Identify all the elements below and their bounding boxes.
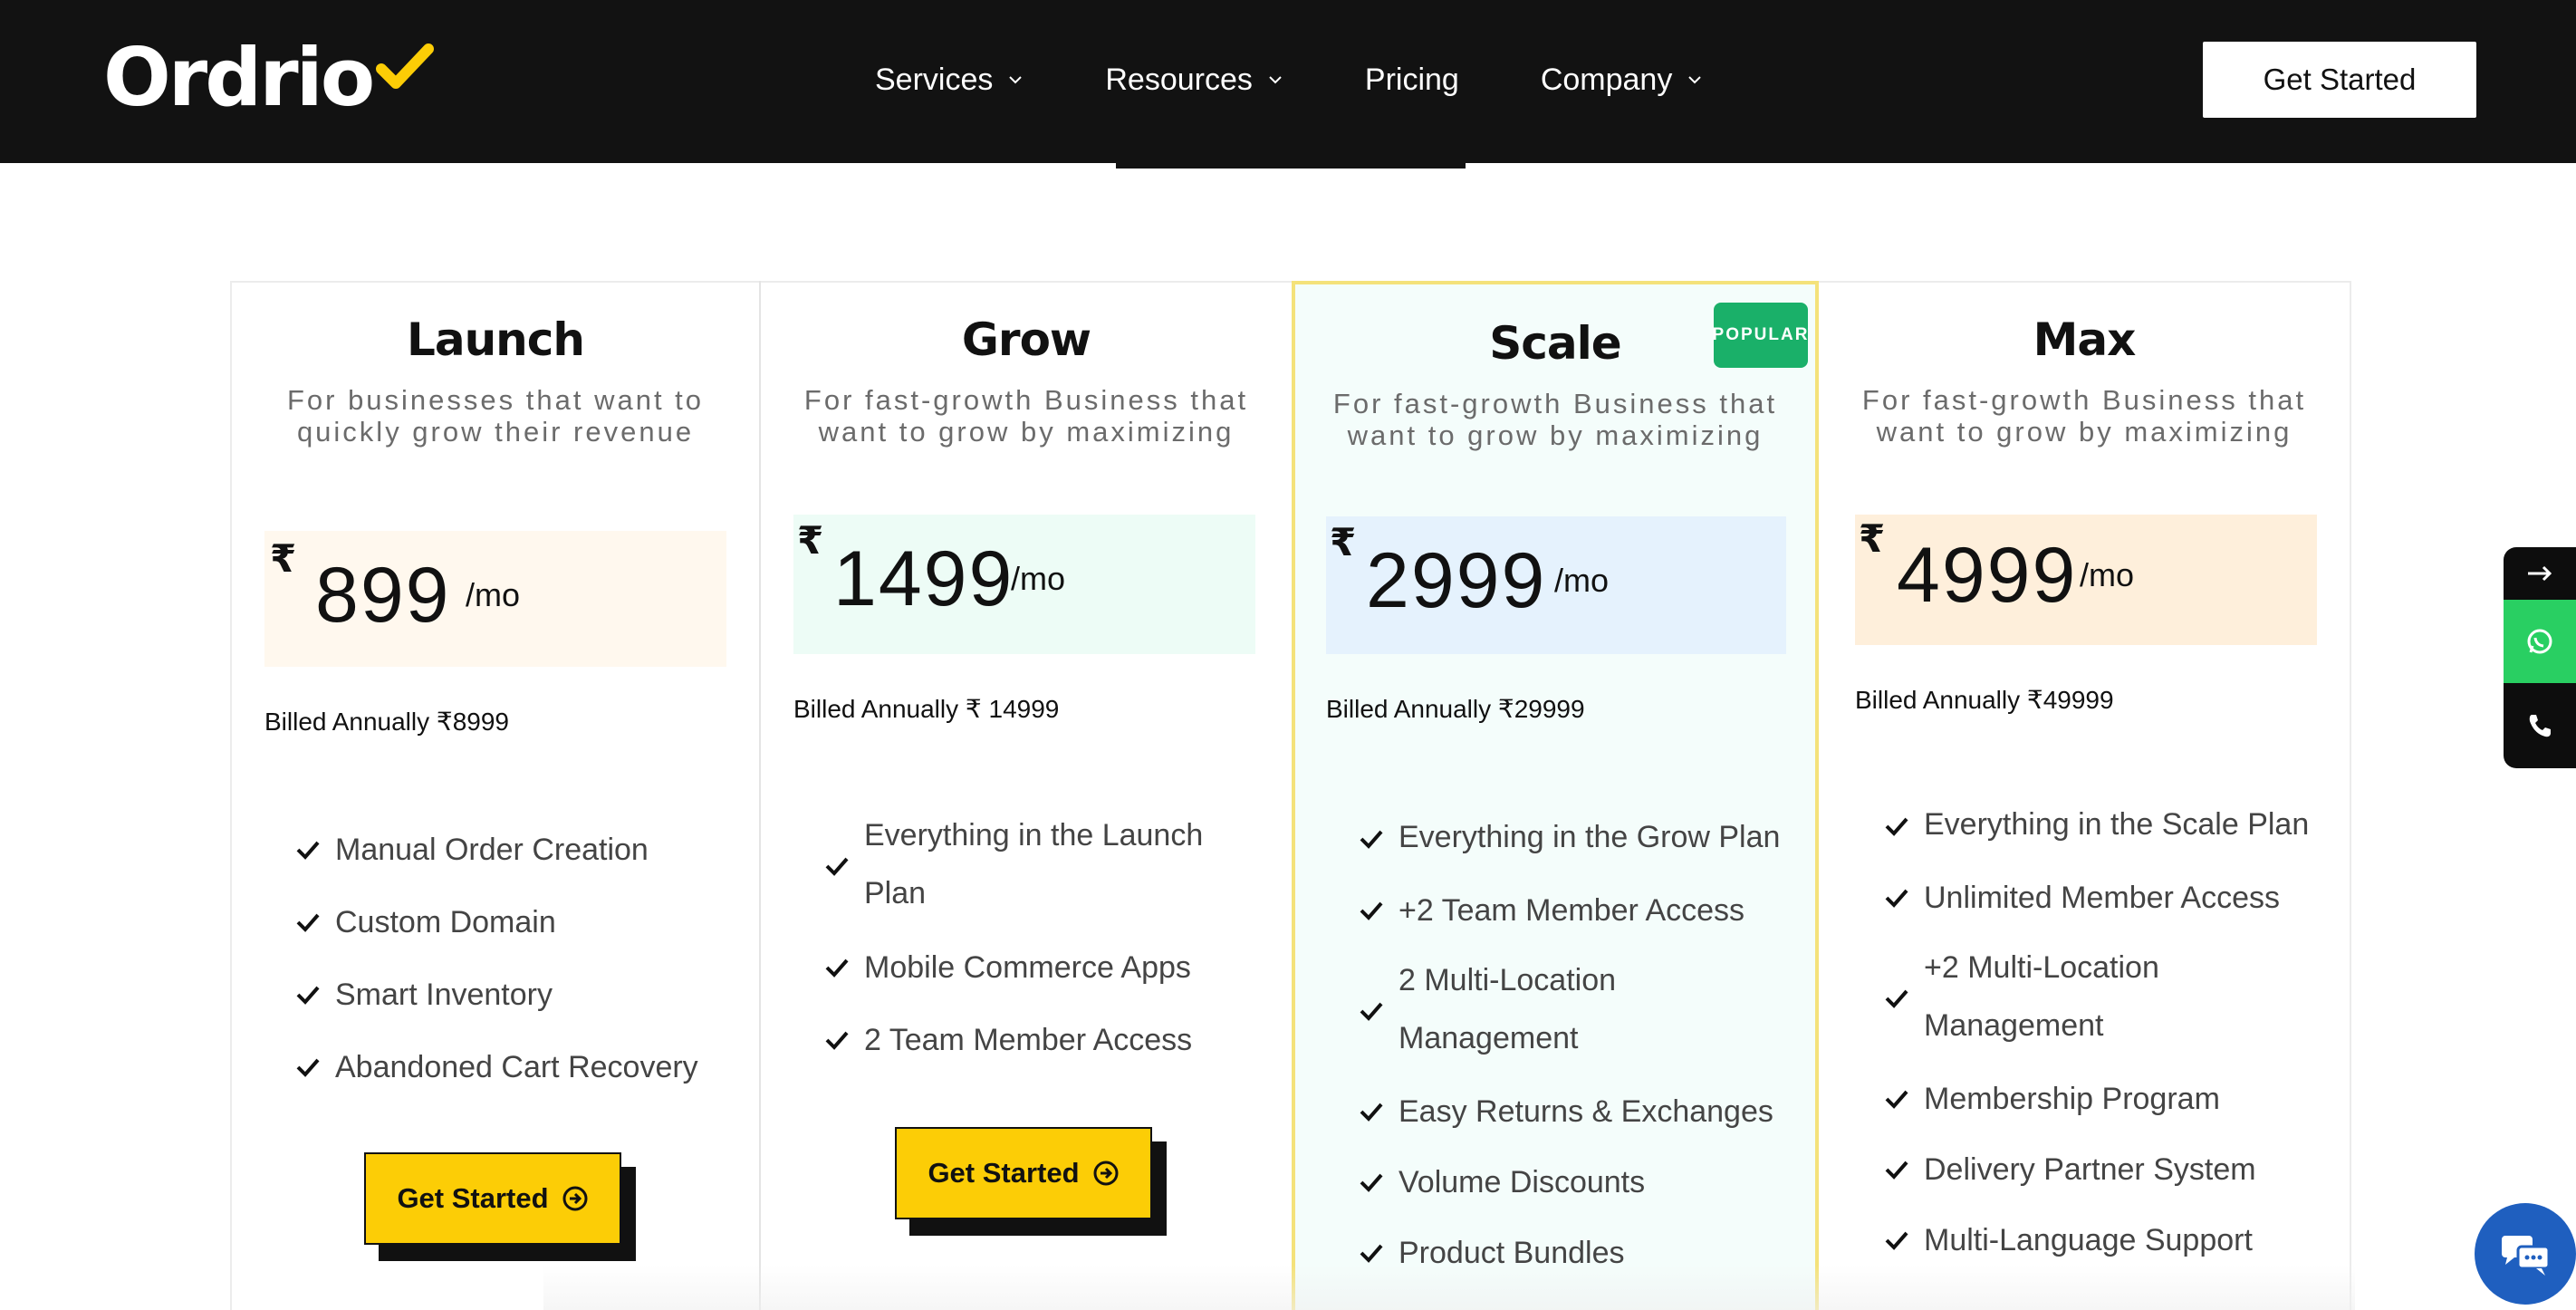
- check-icon: [1360, 1173, 1383, 1192]
- list-item: Manual Order Creation: [295, 814, 698, 886]
- list-item: Unlimited Member Access: [1884, 862, 2328, 933]
- list-item: +2 Multi-Location Management: [1884, 933, 2328, 1064]
- price-box: ₹ 1499 /mo: [793, 515, 1255, 654]
- check-icon: [1885, 817, 1908, 836]
- plan-card-max: Max For fast-growth Business that want t…: [1819, 281, 2350, 1310]
- billed-annually: Billed Annually ₹ 14999: [793, 695, 1060, 723]
- list-item: Abandoned Cart Recovery: [295, 1031, 698, 1103]
- chevron-down-icon: [1688, 76, 1702, 84]
- list-item: Everything in the Grow Plan: [1359, 803, 1793, 875]
- chat-icon: [2502, 1236, 2551, 1276]
- plan-name: Grow: [961, 313, 1091, 366]
- check-icon: [1360, 1244, 1383, 1263]
- get-started-button[interactable]: Get Started: [895, 1127, 1167, 1236]
- plan-name: Launch: [406, 313, 585, 366]
- chevron-down-icon: [1009, 76, 1023, 84]
- plan-name: Max: [2033, 313, 2137, 366]
- nav-services[interactable]: Services: [875, 53, 1024, 107]
- list-item: Custom Domain: [295, 886, 698, 958]
- currency-symbol: ₹: [270, 537, 297, 580]
- bottom-fade: [543, 1265, 2355, 1310]
- list-item: Smart Inventory: [295, 958, 698, 1031]
- check-icon: [296, 1058, 320, 1077]
- plan-description: For fast-growth Business that want to gr…: [803, 384, 1249, 448]
- check-icon: [1885, 989, 1908, 1008]
- check-icon: [1885, 1090, 1908, 1109]
- check-icon: [1360, 1002, 1383, 1021]
- whatsapp-icon: [2527, 629, 2552, 654]
- chat-widget-button[interactable]: [2475, 1203, 2576, 1305]
- price-period: /mo: [466, 576, 521, 613]
- chevron-down-icon: [1269, 76, 1282, 84]
- plan-name: Scale: [1489, 317, 1621, 370]
- nav-resources[interactable]: Resources: [1105, 53, 1283, 107]
- currency-symbol: ₹: [1859, 517, 1886, 560]
- side-contact-widget: [2504, 547, 2576, 768]
- check-icon: [1360, 901, 1383, 920]
- check-icon: [296, 841, 320, 860]
- list-item: Delivery Partner System: [1884, 1134, 2328, 1205]
- feature-list: Manual Order Creation Custom Domain Smar…: [295, 814, 698, 1103]
- currency-symbol: ₹: [1330, 521, 1357, 563]
- logo-check-icon: [376, 43, 435, 89]
- arrow-right-icon: [2528, 565, 2552, 582]
- list-item: Volume Discounts: [1359, 1147, 1793, 1218]
- check-icon: [1360, 1103, 1383, 1122]
- check-icon: [1885, 1231, 1908, 1250]
- list-item: 2 Team Member Access: [824, 1004, 1259, 1076]
- site-header: Ordrio Services Resources Pricing Compan…: [0, 0, 2576, 163]
- price-box: ₹ 2999 /mo: [1326, 516, 1786, 654]
- list-item: Easy Returns & Exchanges: [1359, 1076, 1793, 1147]
- price-box: ₹ 899 /mo: [264, 531, 726, 667]
- check-icon: [1885, 1161, 1908, 1180]
- price-amount: 1499: [833, 535, 1014, 622]
- arrow-circle-right-icon: [562, 1186, 588, 1211]
- billed-annually: Billed Annually ₹8999: [264, 708, 510, 736]
- price-amount: 2999: [1366, 537, 1547, 624]
- list-item: +2 Team Member Access: [1359, 875, 1793, 946]
- price-amount: 899: [315, 552, 451, 639]
- list-item: 2 Multi-Location Management: [1359, 946, 1793, 1076]
- check-icon: [296, 913, 320, 932]
- header-get-started-button[interactable]: Get Started: [2203, 42, 2476, 118]
- feature-list: Everything in the Grow Plan +2 Team Memb…: [1359, 803, 1793, 1288]
- feature-list: Everything in the Launch Plan Mobile Com…: [824, 801, 1259, 1076]
- plan-description: For businesses that want to quickly grow…: [286, 384, 705, 448]
- price-amount: 4999: [1897, 532, 2078, 619]
- nav-pricing[interactable]: Pricing: [1365, 53, 1459, 107]
- nav-active-indicator: [1116, 163, 1466, 169]
- list-item: Everything in the Scale Plan: [1884, 790, 2328, 862]
- check-icon: [825, 857, 849, 876]
- check-icon: [1360, 830, 1383, 849]
- price-box: ₹ 4999 /mo: [1855, 515, 2317, 645]
- side-toggle-button[interactable]: [2504, 547, 2576, 600]
- list-item: Membership Program: [1884, 1064, 2328, 1134]
- price-period: /mo: [2080, 556, 2135, 593]
- check-icon: [296, 986, 320, 1005]
- plan-description: For fast-growth Business that want to gr…: [1332, 388, 1778, 451]
- check-icon: [825, 1031, 849, 1050]
- main-nav: Services Resources Pricing Company: [875, 53, 1784, 107]
- whatsapp-button[interactable]: [2504, 600, 2576, 683]
- plan-card-scale: POPULAR Scale For fast-growth Business t…: [1292, 281, 1819, 1310]
- list-item: Mobile Commerce Apps: [824, 931, 1259, 1004]
- currency-symbol: ₹: [797, 519, 824, 562]
- billed-annually: Billed Annually ₹49999: [1855, 686, 2114, 714]
- plan-description: For fast-growth Business that want to gr…: [1861, 384, 2307, 448]
- check-icon: [825, 958, 849, 978]
- list-item: Everything in the Launch Plan: [824, 801, 1259, 931]
- ordrio-logo[interactable]: Ordrio: [103, 33, 435, 123]
- check-icon: [1885, 889, 1908, 908]
- plan-card-launch: Launch For businesses that want to quick…: [232, 281, 761, 1310]
- get-started-button[interactable]: Get Started: [364, 1152, 636, 1261]
- phone-button[interactable]: [2504, 683, 2576, 768]
- feature-list: Everything in the Scale Plan Unlimited M…: [1884, 790, 2328, 1276]
- plan-card-grow: Grow For fast-growth Business that want …: [761, 281, 1292, 1310]
- billed-annually: Billed Annually ₹29999: [1326, 695, 1585, 723]
- price-period: /mo: [1011, 560, 1066, 597]
- nav-company[interactable]: Company: [1541, 53, 1704, 107]
- price-period: /mo: [1554, 562, 1610, 599]
- arrow-circle-right-icon: [1093, 1161, 1119, 1186]
- phone-icon: [2529, 715, 2551, 737]
